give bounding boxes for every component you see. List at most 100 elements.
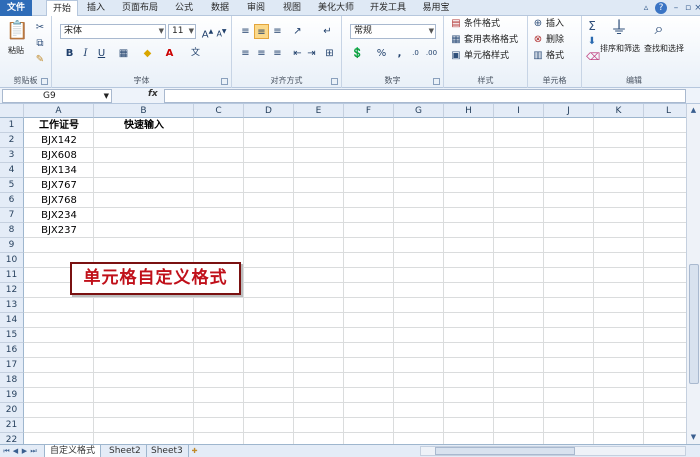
row-header-19[interactable]: 19 xyxy=(0,388,24,403)
cell-styles-icon[interactable]: ▣ xyxy=(450,50,462,62)
insert-sheet-icon[interactable]: ✚ xyxy=(190,446,199,456)
grow-font-icon[interactable]: A▲ xyxy=(200,24,215,40)
name-box[interactable]: G9 ▼ xyxy=(2,89,112,103)
paste-label[interactable]: 粘贴 xyxy=(2,46,30,56)
clipboard-launcher-icon[interactable] xyxy=(41,78,48,85)
scroll-down-icon[interactable]: ▼ xyxy=(689,432,698,442)
clear-icon[interactable]: ⌫ xyxy=(586,52,600,64)
column-header-b[interactable]: B xyxy=(94,104,194,118)
align-middle-icon[interactable]: ≡ xyxy=(254,24,269,39)
insert-function-icon[interactable]: fx xyxy=(148,89,158,99)
sheet-tab-custom-format[interactable]: 自定义格式 xyxy=(44,445,102,457)
tab-insert[interactable]: 插入 xyxy=(82,0,110,16)
sort-filter-icon[interactable]: ⏚ xyxy=(608,18,630,40)
column-header-f[interactable]: F xyxy=(344,104,394,118)
horizontal-scroll-thumb[interactable] xyxy=(435,447,575,455)
bold-icon[interactable]: B xyxy=(62,46,77,61)
row-header-9[interactable]: 9 xyxy=(0,238,24,253)
increase-decimal-icon[interactable]: .0 xyxy=(408,46,423,61)
row-header-13[interactable]: 13 xyxy=(0,298,24,313)
cell-a2[interactable]: BJX142 xyxy=(24,133,94,148)
select-all-corner[interactable] xyxy=(0,104,24,118)
fill-icon[interactable]: ⬇ xyxy=(586,36,598,48)
format-as-table-button[interactable]: 套用表格格式 xyxy=(464,34,518,46)
column-header-d[interactable]: D xyxy=(244,104,294,118)
last-sheet-icon[interactable]: ⏭ xyxy=(29,446,38,456)
row-header-14[interactable]: 14 xyxy=(0,313,24,328)
sort-filter-button[interactable]: 排序和筛选 xyxy=(598,44,642,54)
column-header-c[interactable]: C xyxy=(194,104,244,118)
delete-cells-button[interactable]: 删除 xyxy=(546,34,564,46)
window-close-icon[interactable]: × xyxy=(692,2,700,14)
row-header-5[interactable]: 5 xyxy=(0,178,24,193)
scroll-up-icon[interactable]: ▲ xyxy=(689,105,698,115)
vertical-scroll-thumb[interactable] xyxy=(689,264,699,384)
align-bottom-icon[interactable]: ≡ xyxy=(270,24,285,39)
tab-data[interactable]: 数据 xyxy=(206,0,234,16)
row-header-15[interactable]: 15 xyxy=(0,328,24,343)
cut-icon[interactable]: ✂ xyxy=(34,22,46,34)
align-center-icon[interactable]: ≡ xyxy=(254,46,269,61)
column-header-k[interactable]: K xyxy=(594,104,644,118)
horizontal-scrollbar[interactable] xyxy=(420,446,686,456)
paste-icon[interactable]: 📋 xyxy=(6,20,28,42)
align-left-icon[interactable]: ≡ xyxy=(238,46,253,61)
insert-cells-button[interactable]: 插入 xyxy=(546,18,564,30)
format-as-table-icon[interactable]: ▦ xyxy=(450,34,462,46)
fill-color-icon[interactable]: ◆ xyxy=(140,46,155,61)
find-select-icon[interactable]: ⌕ xyxy=(648,18,670,40)
column-header-e[interactable]: E xyxy=(294,104,344,118)
tab-home[interactable]: 开始 xyxy=(46,0,78,17)
row-header-8[interactable]: 8 xyxy=(0,223,24,238)
minimize-ribbon-icon[interactable]: ▵ xyxy=(640,2,652,14)
row-header-18[interactable]: 18 xyxy=(0,373,24,388)
sheet-tab-sheet3[interactable]: Sheet3 xyxy=(146,445,189,457)
column-header-j[interactable]: J xyxy=(544,104,594,118)
formula-input[interactable] xyxy=(164,89,686,103)
font-color-icon[interactable]: A xyxy=(162,46,177,61)
accounting-format-icon[interactable]: 💲 xyxy=(350,46,365,61)
row-header-21[interactable]: 21 xyxy=(0,418,24,433)
row-header-2[interactable]: 2 xyxy=(0,133,24,148)
prev-sheet-icon[interactable]: ◀ xyxy=(11,446,20,456)
copy-icon[interactable]: ⧉ xyxy=(34,38,46,50)
tab-review[interactable]: 审阅 xyxy=(242,0,270,16)
number-launcher-icon[interactable] xyxy=(433,78,440,85)
phonetic-icon[interactable]: 文 xyxy=(188,46,203,61)
sheet-tab-sheet2[interactable]: Sheet2 xyxy=(104,445,147,457)
row-header-10[interactable]: 10 xyxy=(0,253,24,268)
column-header-g[interactable]: G xyxy=(394,104,444,118)
shrink-font-icon[interactable]: A▼ xyxy=(214,24,229,39)
row-header-20[interactable]: 20 xyxy=(0,403,24,418)
format-painter-icon[interactable]: ✎ xyxy=(34,54,46,66)
increase-indent-icon[interactable]: ⇥ xyxy=(304,46,319,61)
cell-a8[interactable]: BJX237 xyxy=(24,223,94,238)
conditional-format-button[interactable]: 条件格式 xyxy=(464,18,500,30)
tab-developer[interactable]: 开发工具 xyxy=(366,0,410,16)
orientation-icon[interactable]: ↗ xyxy=(290,24,305,39)
row-header-1[interactable]: 1 xyxy=(0,118,24,133)
underline-icon[interactable]: U xyxy=(94,46,109,61)
percent-style-icon[interactable]: % xyxy=(374,46,389,61)
number-format-combo[interactable]: 常规 ▼ xyxy=(350,24,436,39)
decrease-indent-icon[interactable]: ⇤ xyxy=(290,46,305,61)
find-select-button[interactable]: 查找和选择 xyxy=(642,44,686,54)
row-header-16[interactable]: 16 xyxy=(0,343,24,358)
wrap-text-icon[interactable]: ↵ xyxy=(320,24,335,39)
tab-beautify[interactable]: 美化大师 xyxy=(314,0,358,16)
tab-easy-tools[interactable]: 易用宝 xyxy=(418,0,454,16)
row-header-3[interactable]: 3 xyxy=(0,148,24,163)
tab-formulas[interactable]: 公式 xyxy=(170,0,198,16)
row-header-7[interactable]: 7 xyxy=(0,208,24,223)
cell-b1[interactable]: 快速输入 xyxy=(94,118,194,133)
align-top-icon[interactable]: ≡ xyxy=(238,24,253,39)
cell-styles-button[interactable]: 单元格样式 xyxy=(464,50,509,62)
tab-file[interactable]: 文件 xyxy=(0,0,32,16)
italic-icon[interactable]: I xyxy=(78,46,93,61)
borders-icon[interactable]: ▦ xyxy=(116,46,131,61)
column-header-l[interactable]: L xyxy=(644,104,686,118)
font-launcher-icon[interactable] xyxy=(221,78,228,85)
row-header-6[interactable]: 6 xyxy=(0,193,24,208)
tab-view[interactable]: 视图 xyxy=(278,0,306,16)
cell-a4[interactable]: BJX134 xyxy=(24,163,94,178)
